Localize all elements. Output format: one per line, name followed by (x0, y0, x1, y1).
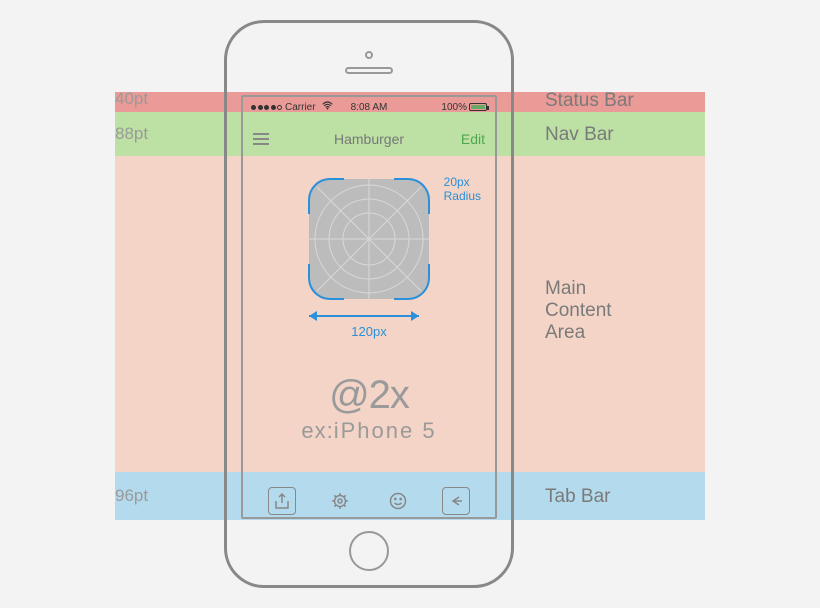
label-nav-bar: Nav Bar (545, 124, 614, 146)
width-annotation: 120px (304, 324, 434, 339)
gear-icon[interactable] (326, 487, 354, 515)
phone-speaker (345, 67, 393, 74)
resolution-example: ex:iPhone 5 (243, 418, 495, 444)
label-status-bar: Status Bar (545, 90, 634, 112)
resolution-scale: @2x (243, 373, 495, 418)
battery-icon (469, 103, 487, 111)
phone-frame: Carrier 8:08 AM 100% Hamburger Edit (224, 20, 514, 588)
pt-nav: 88pt (115, 124, 148, 144)
smiley-icon[interactable] (384, 487, 412, 515)
status-time: 8:08 AM (243, 102, 495, 113)
radius-annotation: 20px Radius (444, 175, 481, 204)
phone-screen: Carrier 8:08 AM 100% Hamburger Edit (241, 95, 497, 519)
width-dimension-line (309, 315, 419, 317)
phone-camera (365, 51, 373, 59)
app-icon-spec: 20px Radius 120px (304, 179, 434, 299)
pt-tab: 96pt (115, 486, 148, 506)
reply-icon[interactable] (442, 487, 470, 515)
nav-title: Hamburger (243, 131, 495, 147)
label-tab-bar: Tab Bar (545, 486, 610, 508)
nav-bar: Hamburger Edit (243, 117, 495, 161)
tab-bar (243, 477, 495, 519)
label-main-area: Main Content Area (545, 278, 612, 344)
share-icon[interactable] (268, 487, 296, 515)
main-content-area: 20px Radius 120px @2x ex:iPhone 5 (243, 161, 495, 477)
resolution-label: @2x ex:iPhone 5 (243, 373, 495, 444)
status-bar: Carrier 8:08 AM 100% (243, 97, 495, 117)
app-icon-grid: 20px Radius (309, 179, 429, 299)
stage: Status Bar Nav Bar Main Content Area Tab… (0, 0, 820, 608)
pt-status: 40pt (115, 89, 148, 109)
home-button (349, 531, 389, 571)
